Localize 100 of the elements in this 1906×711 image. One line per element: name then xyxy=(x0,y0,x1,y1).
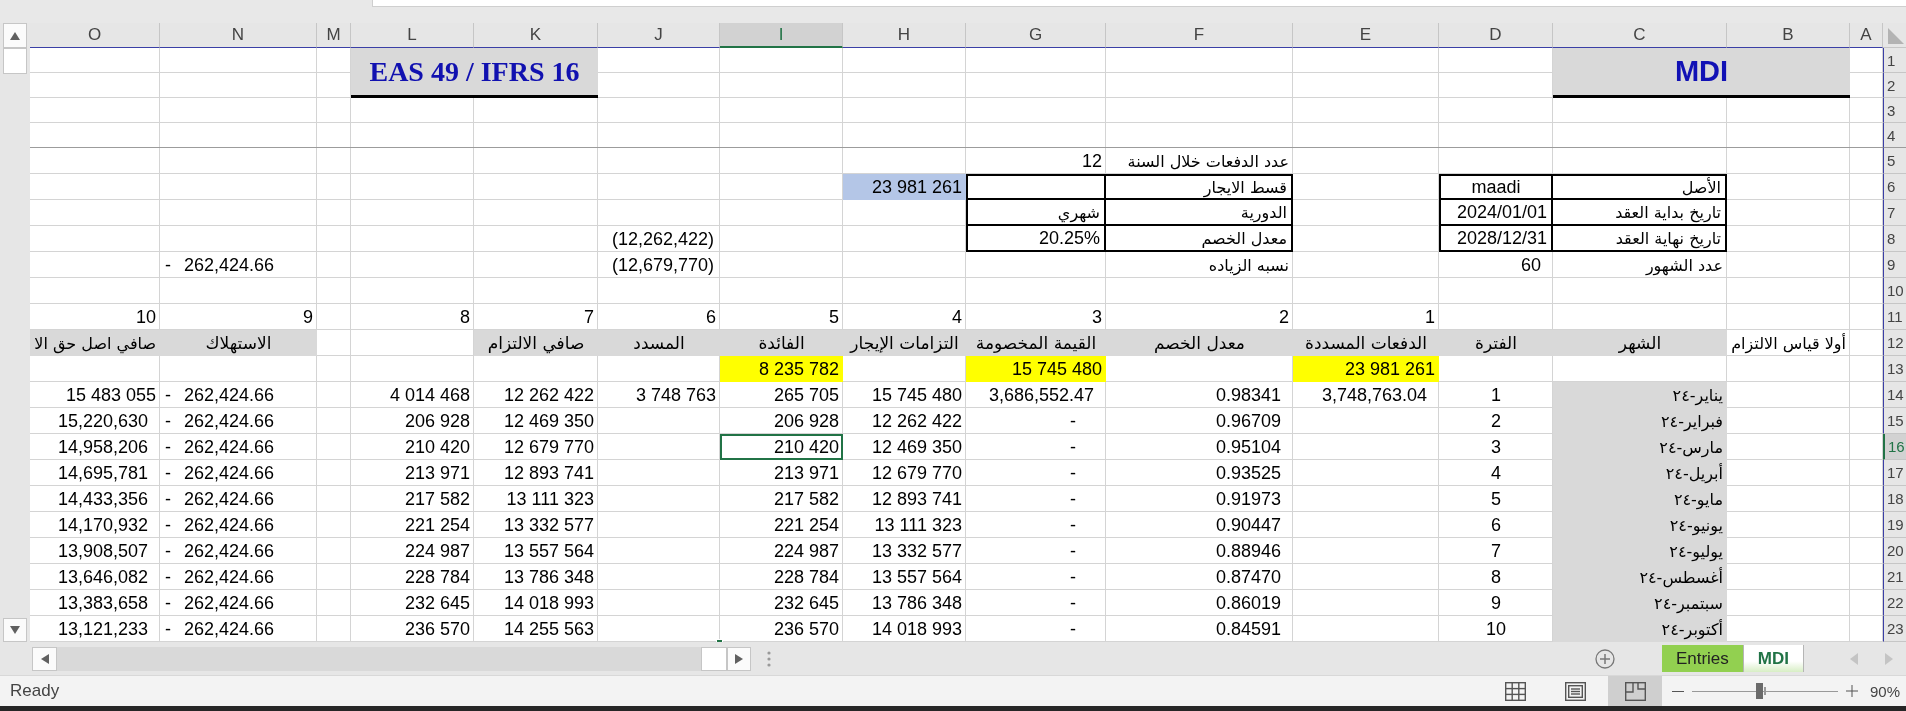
scroll-thumb[interactable] xyxy=(701,646,727,671)
column-header[interactable]: C xyxy=(1553,23,1727,48)
row-header[interactable]: 8 xyxy=(1883,226,1906,252)
formula-bar-field[interactable] xyxy=(372,0,1906,7)
scroll-thumb[interactable] xyxy=(3,48,27,74)
view-button[interactable] xyxy=(1608,676,1662,706)
table-cell: تاريخ نهاية العقد xyxy=(1553,226,1727,252)
table-cell: 15 745 480 xyxy=(966,356,1106,382)
table-cell-text: 14,695,781 xyxy=(56,461,149,485)
row-header[interactable]: 4 xyxy=(1883,123,1906,148)
table-cell-text: (12,679,770) xyxy=(610,253,715,277)
column-header[interactable]: B xyxy=(1727,23,1850,48)
table-cell-text: 232 645 xyxy=(772,591,840,615)
table-cell: 210 420 xyxy=(720,434,843,460)
row-header[interactable]: 9 xyxy=(1883,252,1906,278)
page-break-icon xyxy=(1624,681,1646,701)
row-header[interactable]: 20 xyxy=(1883,538,1906,564)
row-header[interactable]: 18 xyxy=(1883,486,1906,512)
plus-circle-icon[interactable] xyxy=(1594,648,1615,669)
row-header[interactable]: 15 xyxy=(1883,408,1906,434)
sheet-title: MDI xyxy=(1553,48,1850,98)
column-header[interactable]: D xyxy=(1439,23,1553,48)
table-cell-text: - xyxy=(1069,487,1077,511)
table-cell: معدل الخصم xyxy=(1106,226,1293,252)
sheet-tab[interactable]: Entries xyxy=(1661,645,1744,672)
row-header[interactable]: 2 xyxy=(1883,73,1906,98)
row-header[interactable]: 12 xyxy=(1883,330,1906,356)
table-cell: شهري xyxy=(966,200,1106,226)
report-title: EAS 49 / IFRS 16 xyxy=(351,48,598,98)
row-header[interactable]: 5 xyxy=(1883,148,1906,174)
scroll-right-button[interactable] xyxy=(727,646,751,671)
row-header[interactable]: 19 xyxy=(1883,512,1906,538)
grid-icon xyxy=(1504,681,1526,701)
table-cell-text: 12 xyxy=(1080,149,1103,173)
table-cell-text: - 262,424.66 xyxy=(164,617,276,641)
row-header[interactable]: 23 xyxy=(1883,616,1906,642)
zoom-level[interactable]: 90% xyxy=(1870,682,1906,700)
column-header[interactable]: G xyxy=(966,23,1106,48)
table-cell-text: 13 332 577 xyxy=(502,513,595,537)
table-cell-text: 265 705 xyxy=(772,383,840,407)
row-header[interactable]: 17 xyxy=(1883,460,1906,486)
row-header[interactable]: 14 xyxy=(1883,382,1906,408)
scroll-up-button[interactable] xyxy=(3,23,27,48)
page-icon xyxy=(1564,681,1586,701)
table-cell-text: 213 971 xyxy=(772,461,840,485)
row-header[interactable]: 3 xyxy=(1883,98,1906,123)
row-header[interactable]: 11 xyxy=(1883,304,1906,330)
table-cell-text: 0.96709 xyxy=(1214,409,1282,433)
table-cell-text: 228 784 xyxy=(772,565,840,589)
table-header: القيمة المخصومة xyxy=(966,330,1106,356)
vertical-scrollbar[interactable] xyxy=(0,23,30,642)
column-header[interactable]: H xyxy=(843,23,966,48)
table-cell-text: 210 420 xyxy=(403,435,471,459)
table-cell-text: - 262,424.66 xyxy=(164,253,276,277)
table-cell-text: 14 018 993 xyxy=(502,591,595,615)
table-cell-text: 13 111 323 xyxy=(505,487,595,511)
scroll-down-button[interactable] xyxy=(3,618,27,642)
column-header[interactable]: N xyxy=(160,23,317,48)
column-header[interactable]: M xyxy=(317,23,351,48)
scroll-left-button[interactable] xyxy=(32,646,57,671)
table-cell-text: 3,748,763.04 xyxy=(1320,383,1428,407)
table-cell-text: 13,908,507 xyxy=(56,539,149,563)
table-cell: صافي اصل حق الا xyxy=(30,330,160,356)
table-cell-text: 224 987 xyxy=(772,539,840,563)
table-cell-text: 3 748 763 xyxy=(634,383,717,407)
table-cell-text: - 262,424.66 xyxy=(164,409,276,433)
row-header[interactable]: 21 xyxy=(1883,564,1906,590)
table-cell-text: 217 582 xyxy=(403,487,471,511)
table-cell: 23 981 261 xyxy=(1293,356,1439,382)
table-cell-text: 13 111 323 xyxy=(873,513,963,537)
column-header[interactable]: I xyxy=(720,23,843,48)
table-cell-text: 5 xyxy=(1490,487,1502,511)
row-header[interactable]: 13 xyxy=(1883,356,1906,382)
table-cell: الأصل xyxy=(1553,174,1727,200)
table-header: الفترة xyxy=(1439,330,1553,356)
row-header[interactable]: 6 xyxy=(1883,174,1906,200)
slider-thumb[interactable] xyxy=(1756,683,1764,699)
row-header[interactable]: 10 xyxy=(1883,278,1906,304)
table-cell-text: 14,433,356 xyxy=(56,487,149,511)
horizontal-scrollbar[interactable] xyxy=(32,646,751,671)
column-header[interactable]: A xyxy=(1850,23,1883,48)
column-header[interactable]: E xyxy=(1293,23,1439,48)
table-cell-text: 13 332 577 xyxy=(870,539,963,563)
column-header[interactable]: L xyxy=(351,23,474,48)
row-header[interactable]: 16 xyxy=(1883,434,1906,460)
column-header[interactable]: K xyxy=(474,23,598,48)
column-header[interactable]: J xyxy=(598,23,720,48)
row-header[interactable]: 7 xyxy=(1883,200,1906,226)
table-cell-text: - xyxy=(1069,591,1077,615)
table-cell-text: 13,383,658 xyxy=(56,591,149,615)
table-cell-text: - 262,424.66 xyxy=(164,539,276,563)
table-cell-text: 4 xyxy=(951,305,963,329)
table-cell: يونيو-٢٤ xyxy=(1553,512,1727,538)
column-header[interactable]: O xyxy=(30,23,160,48)
column-header[interactable]: F xyxy=(1106,23,1293,48)
sheet-tab[interactable]: MDI xyxy=(1743,645,1804,672)
row-header[interactable]: 22 xyxy=(1883,590,1906,616)
table-cell: أبريل-٢٤ xyxy=(1553,460,1727,486)
row-header[interactable]: 1 xyxy=(1883,48,1906,73)
table-cell-text: 3 xyxy=(1490,435,1502,459)
